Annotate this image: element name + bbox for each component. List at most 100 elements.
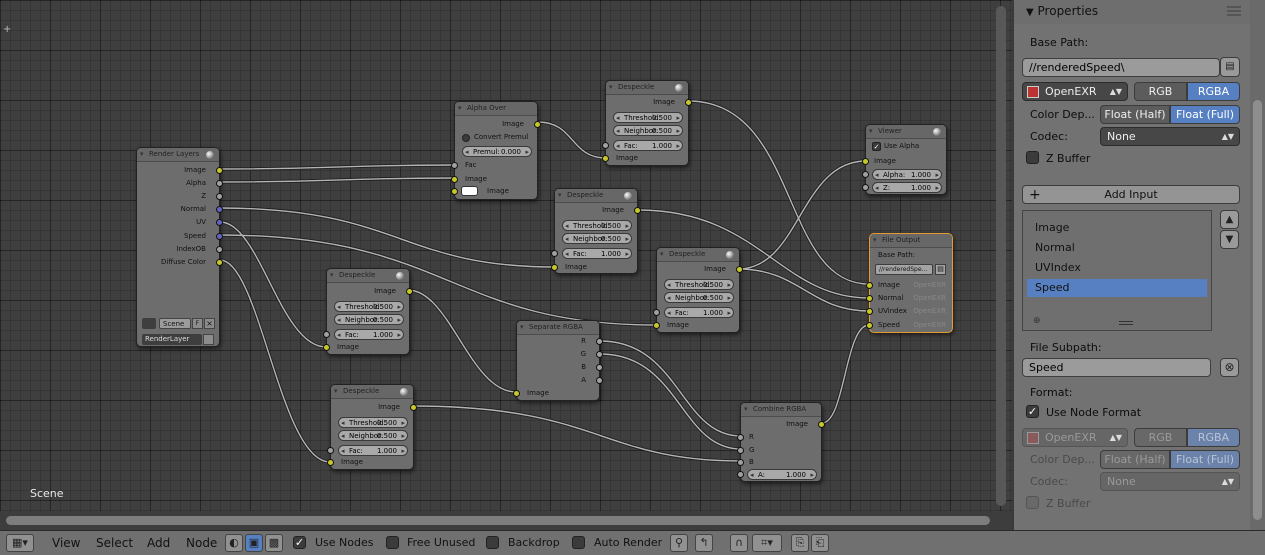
base-path-field[interactable]: //renderedSpeed\: [1022, 58, 1220, 77]
despeckle-node[interactable]: Despeckle Image Threshold:0.500 Neighbor…: [602, 80, 692, 166]
viewer-node[interactable]: Viewer ✓ Use Alpha Image Alpha:1.000 Z:1…: [862, 124, 947, 195]
rgba-button[interactable]: RGBA: [1187, 82, 1240, 101]
threshold-field[interactable]: Threshold:0.500: [664, 279, 734, 291]
node-preview-icon[interactable]: [396, 272, 404, 280]
input-socket[interactable]: [737, 434, 744, 441]
input-socket[interactable]: [327, 447, 334, 454]
move-down-button[interactable]: ▼: [1220, 230, 1239, 249]
z-field[interactable]: Z: 1.000: [872, 182, 942, 194]
input-socket[interactable]: [866, 282, 873, 289]
view-menu[interactable]: View: [52, 531, 80, 555]
node-preview-icon[interactable]: [933, 128, 941, 136]
fac-field[interactable]: Fac: 1.000: [562, 248, 632, 260]
input-socket[interactable]: [323, 331, 330, 338]
fac-field[interactable]: Fac: 1.000: [338, 445, 408, 457]
rgb-button[interactable]: RGB: [1134, 82, 1187, 101]
input-socket[interactable]: [551, 250, 558, 257]
list-item[interactable]: Image: [1027, 219, 1207, 237]
input-socket[interactable]: [551, 264, 558, 271]
scene-field[interactable]: Scene: [159, 318, 191, 329]
move-up-button[interactable]: ▲: [1220, 210, 1239, 229]
list-item[interactable]: Speed: [1027, 279, 1207, 297]
node-editor-canvas[interactable]: + ▾ Render Layers Image Alpha Z Normal U…: [0, 0, 1012, 530]
threshold-field[interactable]: Threshold:0.500: [613, 112, 683, 124]
output-socket[interactable]: [596, 377, 603, 384]
float-half-button[interactable]: Float (Half): [1100, 105, 1170, 124]
compositing-nodes-icon[interactable]: ▣: [245, 534, 263, 552]
input-socket[interactable]: [653, 309, 660, 316]
output-socket[interactable]: [410, 404, 417, 411]
output-socket[interactable]: [216, 233, 223, 240]
plus-icon[interactable]: ⊕: [1033, 316, 1041, 326]
render-layers-node[interactable]: Render Layers Image Alpha Z Normal UV Sp…: [136, 147, 223, 347]
convert-premul-checkbox[interactable]: [462, 134, 470, 142]
node-menu[interactable]: Node: [186, 531, 217, 555]
codec-dropdown[interactable]: None ▲▼: [1100, 127, 1240, 146]
parent-tree-icon[interactable]: ↰: [695, 534, 713, 552]
output-socket[interactable]: [736, 266, 743, 273]
node-preview-icon[interactable]: [206, 151, 214, 159]
input-socket[interactable]: [866, 308, 873, 315]
input-socket[interactable]: [327, 459, 334, 466]
z-buffer-checkbox[interactable]: [1026, 151, 1039, 164]
add-input-button[interactable]: + Add Input: [1022, 185, 1240, 204]
input-socket[interactable]: [862, 158, 869, 165]
paste-nodes-icon[interactable]: ⎗: [811, 534, 829, 552]
output-socket[interactable]: [685, 99, 692, 106]
file-subpath-field[interactable]: Speed: [1022, 358, 1211, 377]
color-swatch[interactable]: [461, 186, 478, 196]
output-socket[interactable]: [216, 246, 223, 253]
resize-grip-icon[interactable]: [1119, 321, 1133, 325]
a-field[interactable]: A: 1.000: [747, 469, 817, 481]
panel-scrollbar[interactable]: [1250, 0, 1265, 530]
horizontal-scrollbar[interactable]: [0, 511, 1012, 530]
collapse-triangle-icon[interactable]: ▼: [1026, 7, 1034, 18]
input-socket[interactable]: [862, 171, 869, 178]
input-socket[interactable]: [513, 390, 520, 397]
input-socket[interactable]: [866, 295, 873, 302]
texture-nodes-icon[interactable]: ▩: [265, 534, 283, 552]
scrollbar-thumb[interactable]: [1253, 100, 1262, 520]
close-icon[interactable]: ×: [204, 318, 215, 329]
premul-field[interactable]: Premul:0.000: [462, 146, 532, 158]
inputs-list[interactable]: Image Normal UVIndex Speed ⊕: [1022, 210, 1212, 331]
output-socket[interactable]: [406, 288, 413, 295]
snap-icon[interactable]: ∩: [730, 534, 748, 552]
fac-field[interactable]: Fac: 1.000: [613, 140, 683, 152]
threshold-field[interactable]: Threshold:0.500: [338, 417, 408, 429]
float-full-button[interactable]: Float (Full): [1170, 105, 1240, 124]
despeckle-node[interactable]: Despeckle Image Threshold:0.500 Neighbor…: [327, 384, 417, 470]
output-socket[interactable]: [596, 351, 603, 358]
input-socket[interactable]: [602, 142, 609, 149]
backdrop-checkbox[interactable]: [486, 536, 499, 549]
combine-rgba-node[interactable]: Combine RGBA Image R G B A: 1.000: [737, 402, 825, 482]
render-icon[interactable]: [203, 334, 214, 345]
threshold-field[interactable]: Threshold:0.500: [334, 301, 404, 313]
render-layer-field[interactable]: RenderLayer: [142, 334, 202, 345]
fac-field[interactable]: Fac: 1.000: [334, 329, 404, 341]
input-socket[interactable]: [602, 155, 609, 162]
despeckle-node[interactable]: Despeckle Image Threshold:0.500 Neighbor…: [323, 268, 413, 355]
input-socket[interactable]: [862, 184, 869, 191]
shader-nodes-icon[interactable]: ◐: [225, 534, 243, 552]
add-menu[interactable]: Add: [147, 531, 170, 555]
output-socket[interactable]: [216, 206, 223, 213]
node-preview-icon[interactable]: [675, 84, 683, 92]
neighbor-field[interactable]: Neighbor:0.500: [613, 125, 683, 137]
output-socket[interactable]: [818, 421, 825, 428]
copy-nodes-icon[interactable]: ⎘: [791, 534, 809, 552]
input-socket[interactable]: [323, 344, 330, 351]
output-socket[interactable]: [596, 338, 603, 345]
use-alpha-checkbox[interactable]: ✓: [872, 142, 881, 151]
input-socket[interactable]: [737, 447, 744, 454]
output-socket[interactable]: [634, 207, 641, 214]
output-socket[interactable]: [216, 167, 223, 174]
auto-render-checkbox[interactable]: [572, 536, 585, 549]
input-socket[interactable]: [451, 162, 458, 169]
editor-type-icon[interactable]: ▦▾: [6, 534, 34, 552]
file-output-node[interactable]: File Output Base Path: //renderedSpe... …: [866, 233, 953, 333]
node-preview-icon[interactable]: [624, 192, 632, 200]
drag-handle-icon[interactable]: [1227, 6, 1241, 16]
separate-rgba-node[interactable]: Separate RGBA R G B A Image: [513, 320, 603, 401]
input-socket[interactable]: [653, 322, 660, 329]
